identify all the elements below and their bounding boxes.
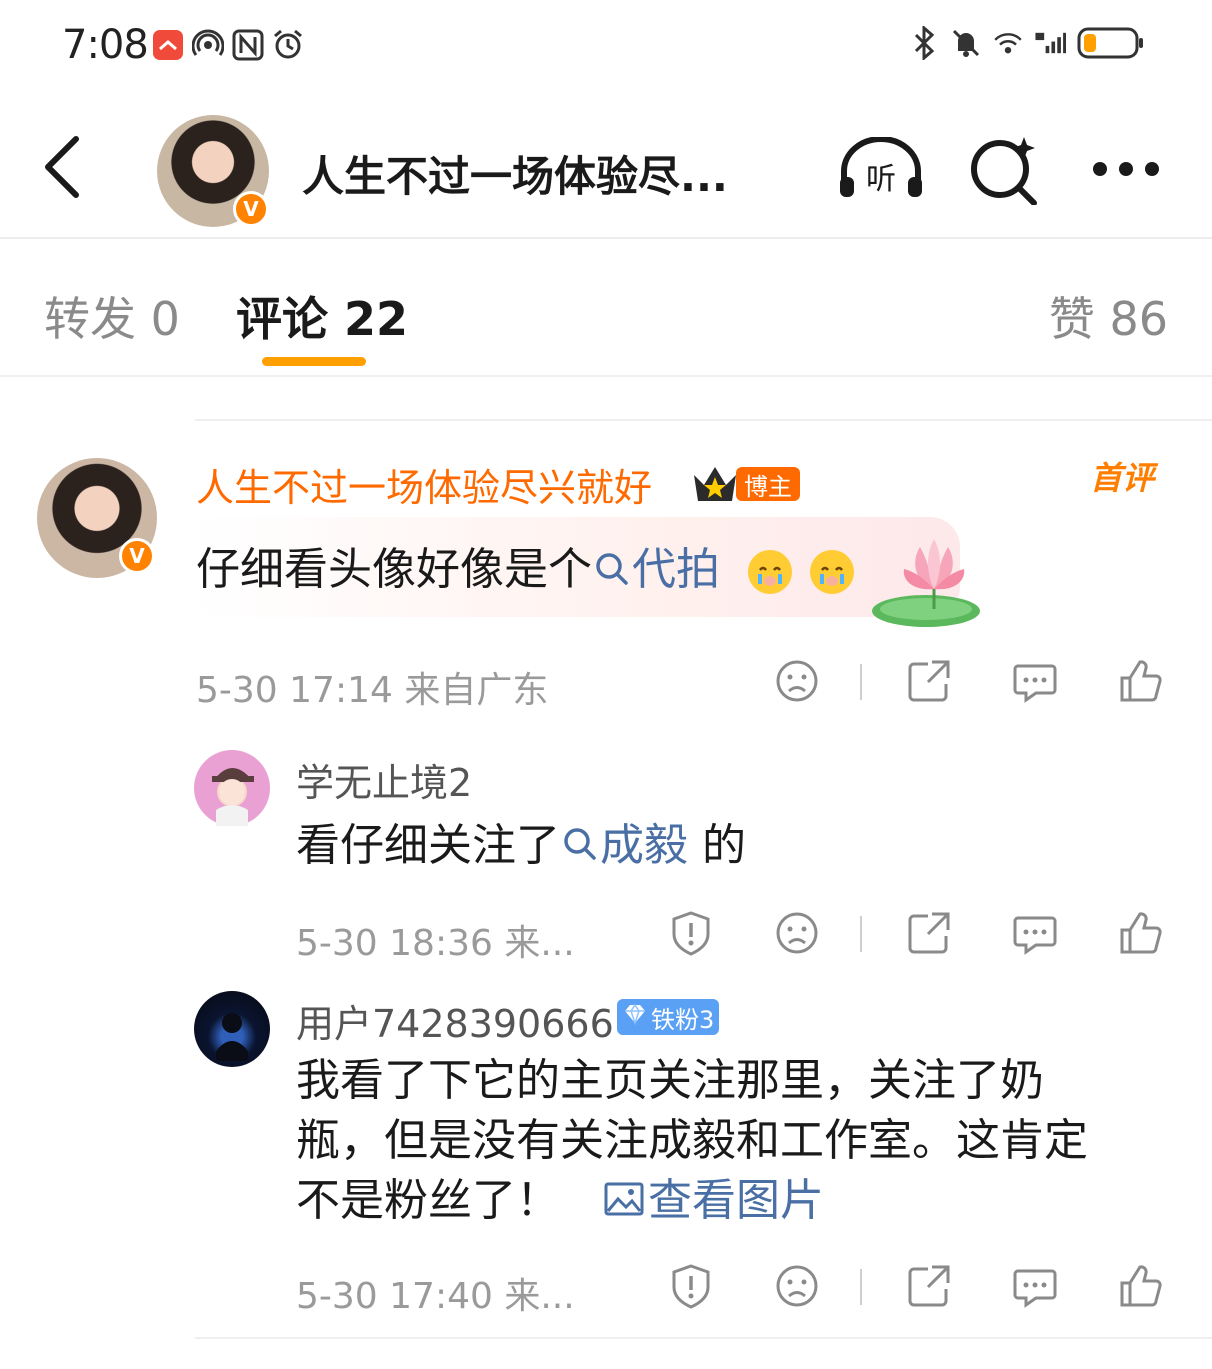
comment-actions bbox=[664, 1263, 1174, 1313]
reply-icon[interactable] bbox=[1012, 910, 1058, 956]
view-image-link[interactable]: 查看图片 bbox=[604, 1175, 824, 1226]
reply-item: 学无止境2 看仔细关注了 成毅 的 5-30 18:36 来... bbox=[0, 740, 1212, 964]
commenter-name[interactable]: 学无止境2 bbox=[296, 752, 472, 807]
svg-text:听: 听 bbox=[866, 162, 896, 197]
reply-text-tail: 的 bbox=[688, 820, 746, 871]
comment-text-body: 仔细看头像好像是个 bbox=[196, 544, 592, 595]
commenter-avatar[interactable]: V bbox=[37, 458, 157, 578]
reply-text-line: 瓶，但是没有关注成毅和工作室。这肯定 bbox=[296, 1115, 1088, 1166]
blogger-badge: 博主 bbox=[690, 461, 800, 505]
diamond-icon bbox=[623, 1003, 647, 1031]
fan-level-label: 铁粉3 bbox=[651, 1005, 715, 1034]
listen-icon[interactable]: 听 bbox=[836, 136, 926, 201]
comment-actions bbox=[770, 658, 1170, 708]
mute-bell-icon bbox=[950, 26, 982, 60]
back-arrow-icon[interactable] bbox=[38, 135, 90, 199]
like-thumb-icon[interactable] bbox=[1118, 910, 1164, 956]
like-thumb-icon[interactable] bbox=[1118, 1263, 1164, 1309]
reply-text-line: 我看了下它的主页关注那里，关注了奶 bbox=[296, 1055, 1044, 1106]
verified-badge: V bbox=[119, 538, 155, 574]
search-link-icon bbox=[594, 547, 630, 598]
tab-likes[interactable]: 赞 86 bbox=[1049, 283, 1168, 349]
more-options-icon[interactable] bbox=[1090, 157, 1162, 181]
share-icon[interactable] bbox=[906, 910, 952, 956]
dislike-face-icon[interactable] bbox=[774, 658, 820, 704]
comment-meta: 5-30 17:14 来自广东 bbox=[196, 670, 549, 711]
image-icon bbox=[604, 1173, 644, 1233]
comment-meta: 5-30 17:40 来... bbox=[296, 1276, 575, 1317]
fan-level-badge: 铁粉3 bbox=[617, 999, 719, 1035]
commenter-avatar[interactable] bbox=[194, 991, 270, 1067]
hotspot-icon bbox=[192, 28, 224, 62]
missed-call-icon bbox=[152, 28, 184, 62]
tab-comments[interactable]: 评论 22 bbox=[236, 283, 408, 349]
first-comment-badge: 首评 bbox=[1090, 459, 1155, 497]
crying-emoji-icon bbox=[748, 550, 792, 594]
dislike-face-icon[interactable] bbox=[774, 910, 820, 956]
status-time: 7:08 bbox=[62, 22, 149, 68]
blogger-badge-label: 博主 bbox=[736, 467, 800, 501]
share-icon[interactable] bbox=[906, 1263, 952, 1309]
tab-forward[interactable]: 转发 0 bbox=[44, 283, 180, 349]
commenter-avatar[interactable] bbox=[194, 750, 270, 826]
divider bbox=[195, 419, 1212, 421]
reply-text-line-last: 不是粉丝了！ 查看图片 bbox=[296, 1171, 1088, 1233]
author-avatar[interactable]: V bbox=[157, 115, 269, 227]
verified-badge: V bbox=[233, 191, 269, 227]
page-title: 人生不过一场体验尽... bbox=[302, 152, 728, 201]
reply-text: 看仔细关注了 成毅 的 bbox=[296, 816, 746, 878]
action-separator bbox=[860, 916, 862, 952]
action-separator bbox=[860, 1269, 862, 1305]
signal-4g-icon bbox=[1034, 26, 1066, 60]
divider bbox=[195, 1337, 1212, 1339]
reply-icon[interactable] bbox=[1012, 658, 1058, 704]
report-icon[interactable] bbox=[668, 1263, 714, 1309]
share-icon[interactable] bbox=[906, 658, 952, 704]
status-bar: 7:08 bbox=[0, 0, 1212, 95]
topic-link-text: 成毅 bbox=[600, 820, 688, 871]
reply-item: 用户7428390666 铁粉3 我看了下它的主页关注那里，关注了奶 瓶，但是没… bbox=[0, 985, 1212, 1330]
comment-actions bbox=[664, 910, 1174, 960]
topic-link[interactable]: 代拍 bbox=[592, 544, 720, 595]
active-tab-indicator bbox=[262, 357, 366, 366]
commenter-name[interactable]: 人生不过一场体验尽兴就好 bbox=[196, 457, 652, 512]
commenter-name[interactable]: 用户7428390666 bbox=[296, 993, 614, 1048]
topic-link[interactable]: 成毅 bbox=[560, 820, 688, 871]
tab-bar: 转发 0 评论 22 赞 86 bbox=[0, 239, 1212, 377]
report-icon[interactable] bbox=[668, 910, 714, 956]
status-icons-left bbox=[152, 28, 304, 62]
bluetooth-icon bbox=[908, 26, 940, 60]
dislike-face-icon[interactable] bbox=[774, 1263, 820, 1309]
reply-icon[interactable] bbox=[1012, 1263, 1058, 1309]
nfc-icon bbox=[232, 28, 264, 62]
lotus-decoration-icon bbox=[864, 533, 980, 629]
search-sparkle-icon[interactable] bbox=[968, 133, 1042, 206]
like-thumb-icon[interactable] bbox=[1118, 658, 1164, 704]
topic-link-text: 代拍 bbox=[632, 544, 720, 595]
reply-text-tail: 不是粉丝了！ bbox=[296, 1175, 560, 1226]
status-icons-right bbox=[908, 26, 1146, 60]
comment-text: 仔细看头像好像是个 代拍 bbox=[196, 533, 854, 598]
crying-emoji-icon bbox=[810, 550, 854, 594]
battery-icon bbox=[1076, 26, 1146, 60]
reply-text-body: 看仔细关注了 bbox=[296, 820, 560, 871]
comment-meta: 5-30 18:36 来... bbox=[296, 923, 575, 964]
nav-bar: V 人生不过一场体验尽... 听 bbox=[0, 95, 1212, 239]
wifi-icon bbox=[992, 26, 1024, 60]
view-image-link-text: 查看图片 bbox=[648, 1175, 824, 1226]
alarm-icon bbox=[272, 28, 304, 62]
search-link-icon bbox=[562, 818, 598, 878]
action-separator bbox=[860, 664, 862, 700]
reply-text: 我看了下它的主页关注那里，关注了奶 瓶，但是没有关注成毅和工作室。这肯定 不是粉… bbox=[296, 1051, 1088, 1233]
